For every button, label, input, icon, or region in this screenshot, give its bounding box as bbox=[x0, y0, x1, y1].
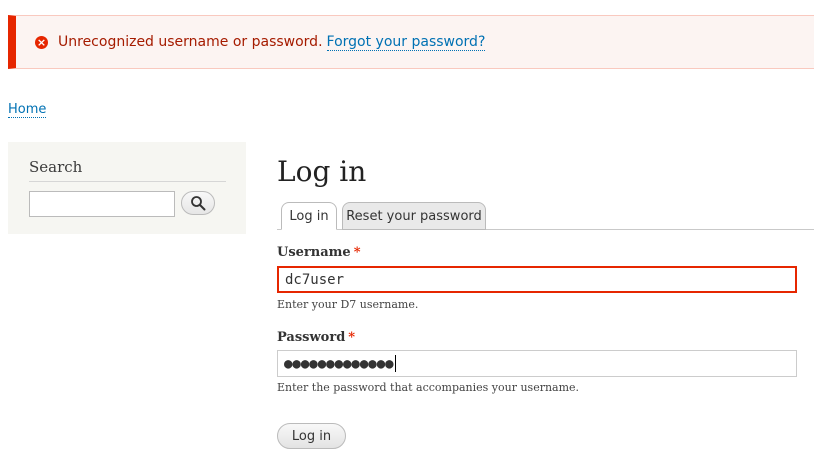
tab-reset-password[interactable]: Reset your password bbox=[342, 202, 486, 230]
search-block: Search bbox=[8, 142, 246, 234]
username-label-text: Username bbox=[277, 245, 351, 260]
password-label-text: Password bbox=[277, 330, 346, 345]
breadcrumb-home-link[interactable]: Home bbox=[8, 102, 47, 118]
text-caret bbox=[394, 355, 396, 372]
search-input[interactable] bbox=[29, 191, 175, 217]
page-title: Log in bbox=[277, 155, 367, 188]
error-icon: × bbox=[35, 35, 48, 49]
forgot-password-link[interactable]: Forgot your password? bbox=[326, 34, 486, 51]
required-marker: * bbox=[353, 245, 361, 260]
error-message: × Unrecognized username or password. For… bbox=[8, 15, 814, 69]
required-marker: * bbox=[348, 330, 356, 345]
tab-log-in[interactable]: Log in bbox=[281, 202, 337, 230]
username-description: Enter your D7 username. bbox=[277, 298, 419, 311]
username-field[interactable]: dc7user bbox=[277, 266, 797, 293]
login-submit-button[interactable]: Log in bbox=[277, 423, 346, 449]
search-block-title: Search bbox=[29, 158, 83, 176]
magnifier-icon bbox=[191, 196, 206, 211]
password-field[interactable]: ●●●●●●●●●●●●● bbox=[277, 350, 797, 377]
search-button[interactable] bbox=[181, 191, 215, 215]
password-description: Enter the password that accompanies your… bbox=[277, 381, 580, 394]
username-label: Username * bbox=[277, 245, 361, 260]
password-value: ●●●●●●●●●●●●● bbox=[284, 355, 394, 372]
error-message-text: Unrecognized username or password. bbox=[58, 34, 323, 50]
password-label: Password * bbox=[277, 330, 355, 345]
divider bbox=[29, 181, 226, 182]
